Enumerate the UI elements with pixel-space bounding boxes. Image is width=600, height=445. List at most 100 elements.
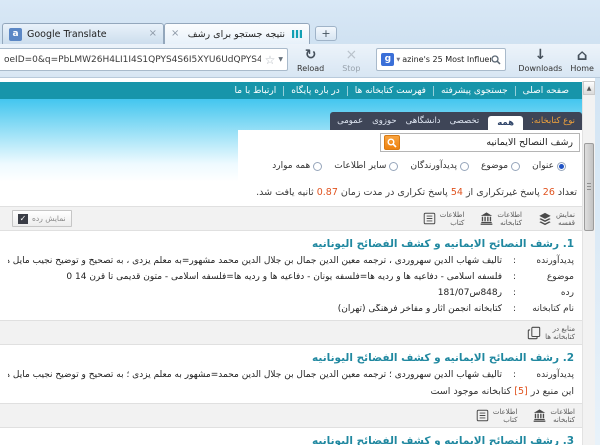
search-result-record: 2. رشف النصائح الایمانیه و کشف الفضائح ا… [0, 352, 582, 397]
reload-button[interactable]: ↻ Reload [297, 48, 325, 74]
downloads-button[interactable]: ↓ Downloads [518, 48, 563, 74]
window-edge [595, 78, 600, 445]
browser-chrome: a Google Translate × نتیجه جستجو برای رش… [0, 0, 600, 78]
reload-label: Reload [297, 64, 325, 73]
record-field-creator: پدیدآورنده : تالیف شهاب الدین سهروردی ، … [8, 256, 574, 266]
vertical-scrollbar[interactable]: ▲ [582, 81, 595, 445]
url-text[interactable]: oeID=0&q=PbLMW26H4LI1I4S1QPYS4S6I5XYU6Ud… [4, 55, 261, 65]
sources-label: کتابخانه ها [545, 332, 575, 341]
field-value: کتابخانه انجمن آثار و مفاخر فرهنگی (تهرا… [337, 304, 502, 314]
radio-subject-circle[interactable] [511, 161, 521, 171]
record-title[interactable]: 1. رشف النصائح الایمانیه و کشف الفضائح ا… [8, 238, 574, 250]
tab-title: نتیجه جستجو برای رشف النصالح الایمانیه [184, 28, 285, 40]
availability-text: این منبع در [530, 386, 574, 397]
tab-close-icon[interactable]: × [149, 29, 157, 39]
search-result-record: 1. رشف النصائح الایمانیه و کشف الفضائح ا… [0, 238, 582, 314]
catalog-search-input[interactable]: رشف النصالح الایمانیه [380, 133, 580, 152]
copies-pages-icon [527, 326, 541, 340]
list-details-icon [476, 409, 489, 422]
bank-building-icon [533, 409, 546, 422]
url-dropdown-icon[interactable]: ▼ [278, 56, 283, 63]
tab-search-results[interactable]: نتیجه جستجو برای رشف النصالح الایمانیه × [164, 23, 310, 44]
downloads-label: Downloads [518, 64, 563, 73]
show-shelf-label: قفسه [558, 218, 575, 227]
field-label: پدیدآورنده [536, 370, 574, 380]
field-label: موضوع [546, 272, 574, 282]
results-text: پاسخ غیرتکراری از [465, 187, 540, 198]
radio-all-fields[interactable]: همه موارد [272, 161, 323, 171]
home-button[interactable]: ⌂ Home [570, 48, 594, 74]
library-tab-seminary[interactable]: حوزوی [372, 116, 397, 126]
library-type-label: نوع کتابخانه: [531, 116, 575, 126]
sources-label: منابع در [552, 324, 575, 333]
results-total-count: 54 [450, 187, 463, 198]
checked-checkbox-icon[interactable]: ✓ [18, 213, 28, 224]
radio-other-info[interactable]: سایر اطلاعات [334, 161, 399, 171]
radio-title[interactable]: عنوان [532, 161, 566, 171]
library-tab-university[interactable]: دانشگاهی [406, 116, 441, 126]
results-text: ثانیه یافت شد. [256, 187, 314, 198]
radio-other-info-circle[interactable] [389, 161, 399, 171]
radio-title-circle[interactable] [557, 161, 566, 171]
field-colon: : [512, 288, 516, 298]
results-summary: تعداد 26 پاسخ غیرتکراری از 54 پاسخ تکرار… [0, 185, 582, 201]
show-shelf-button[interactable]: نمایش قفسه [538, 211, 575, 227]
results-text: تعداد [557, 187, 577, 198]
availability-count[interactable]: [5] [514, 386, 527, 397]
radio-creators-circle[interactable] [460, 161, 469, 171]
menu-home[interactable]: صفحه اصلی [514, 85, 576, 96]
bookmark-star-icon[interactable]: ☆ [265, 53, 276, 67]
web-search-text[interactable]: azine's 25 Most Influential Teens List [402, 55, 491, 64]
list-details-icon [423, 212, 436, 225]
field-value: ر848س181/07 [437, 288, 502, 298]
shelf-layers-icon [538, 212, 552, 226]
sources-in-libraries-button[interactable]: منابع در کتابخانه ها [527, 325, 575, 341]
radio-other-info-label: سایر اطلاعات [334, 161, 387, 171]
radio-creators-label: پدیدآورندگان [410, 161, 457, 171]
field-colon: : [512, 370, 516, 380]
radio-creators[interactable]: پدیدآورندگان [410, 161, 469, 171]
field-label: پدیدآورنده [536, 256, 574, 266]
field-value: تالیف شهاب الدین سهروردی ، ترجمه معین ال… [8, 256, 502, 266]
results-time: 0.87 [316, 187, 338, 198]
search-magnifier-icon[interactable] [491, 54, 501, 65]
library-tab-public[interactable]: عمومی [337, 116, 363, 126]
field-colon: : [512, 304, 516, 314]
web-search-box[interactable]: g ▼ azine's 25 Most Influential Teens Li… [376, 48, 507, 71]
tab-google-translate[interactable]: a Google Translate × [2, 23, 164, 44]
radio-all-fields-label: همه موارد [272, 161, 311, 171]
radio-all-fields-circle[interactable] [313, 161, 323, 171]
stop-button[interactable]: × Stop [342, 48, 360, 74]
scroll-up-button[interactable]: ▲ [583, 81, 595, 95]
catalog-search-button[interactable] [384, 135, 400, 150]
tab-close-icon[interactable]: × [171, 29, 179, 39]
library-info-label: اطلاعات [497, 210, 522, 219]
library-info-button[interactable]: اطلاعات کتابخانه [480, 211, 522, 227]
radio-subject[interactable]: موضوع [481, 161, 521, 171]
library-type-tabs: نوع کتابخانه: همه تخصصی دانشگاهی حوزوی ع… [330, 112, 582, 132]
google-search-engine-icon[interactable]: g [381, 53, 395, 66]
library-site-favicon [290, 28, 303, 41]
book-info-button[interactable]: اطلاعات کتاب [476, 408, 517, 424]
navigation-toolbar: oeID=0&q=PbLMW26H4LI1I4S1QPYS4S6I5XYU6Ud… [0, 44, 600, 78]
library-info-button[interactable]: اطلاعات کتابخانه [533, 408, 575, 424]
record-title[interactable]: 2. رشف النصائح الایمانیه و کشف الفضائح ا… [8, 352, 574, 364]
library-tab-specialized[interactable]: تخصصی [450, 116, 480, 126]
results-text: پاسخ تکراری در مدت زمان [340, 187, 448, 198]
scrollbar-thumb[interactable] [584, 143, 594, 231]
book-info-button[interactable]: اطلاعات کتاب [423, 211, 464, 227]
record-title[interactable]: 3. رشف النصائح الایمانیه و کشف الفضائح ا… [8, 435, 574, 445]
results-unique-count: 26 [542, 187, 555, 198]
show-classification-toggle[interactable]: ✓ نمایش رده [12, 210, 72, 227]
show-classification-label: نمایش رده [32, 214, 66, 223]
library-search-page: صفحه اصلی جستجوی پیشرفته فهرست کتابخانه … [0, 78, 582, 445]
menu-advanced-search[interactable]: جستجوی پیشرفته [432, 85, 515, 96]
search-engine-dropdown-icon[interactable]: ▼ [396, 57, 400, 63]
new-tab-button[interactable]: + [315, 26, 337, 41]
menu-library-list[interactable]: فهرست کتابخانه ها [346, 85, 433, 96]
menu-about[interactable]: در باره پایگاه [283, 85, 347, 96]
field-value: تالیف شهاب الدین سهروردی ؛ ترجمه معین ال… [8, 370, 502, 380]
menu-contact[interactable]: ارتباط با ما [228, 86, 284, 96]
tab-title: Google Translate [27, 28, 107, 40]
url-bar[interactable]: oeID=0&q=PbLMW26H4LI1I4S1QPYS4S6I5XYU6Ud… [0, 48, 288, 71]
